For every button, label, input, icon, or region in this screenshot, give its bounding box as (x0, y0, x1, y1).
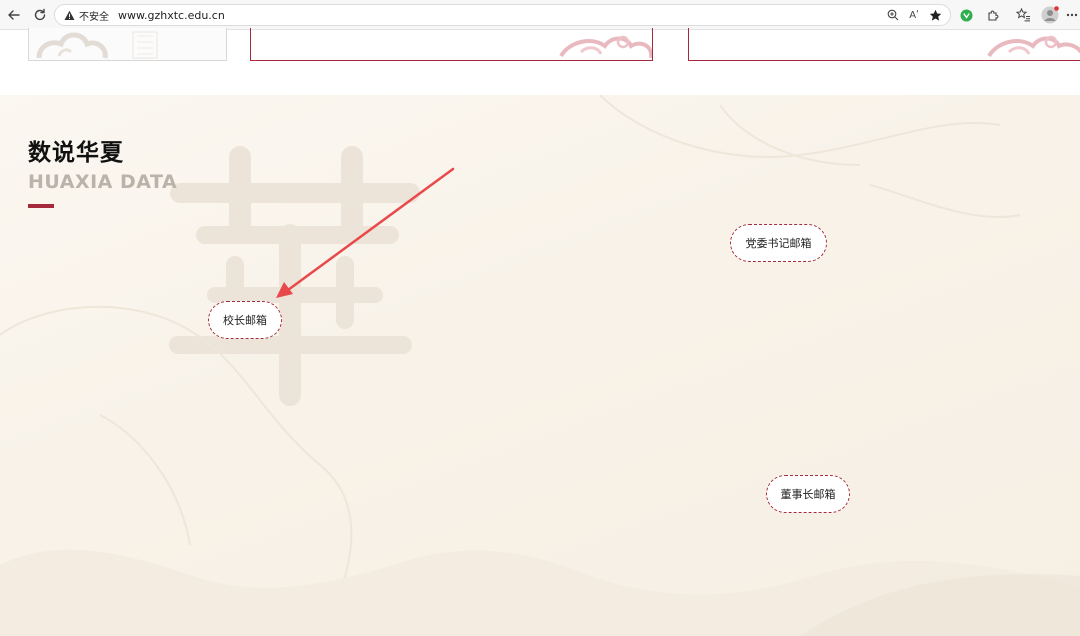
more-icon[interactable] (1062, 5, 1080, 25)
favorite-star-icon[interactable] (926, 6, 944, 24)
card-strip (0, 28, 1080, 95)
extension-icon[interactable] (956, 5, 976, 25)
favorites-list-icon[interactable] (1013, 5, 1033, 25)
news-card[interactable] (688, 28, 1080, 61)
browser-toolbar: 不安全 www.gzhxtc.edu.cn Aʹ (0, 0, 1080, 30)
address-bar[interactable]: 不安全 www.gzhxtc.edu.cn Aʹ (54, 4, 951, 26)
warning-icon[interactable] (63, 9, 75, 21)
read-aloud-icon[interactable]: Aʹ (905, 6, 923, 24)
reload-icon[interactable] (30, 5, 50, 25)
cloud-pattern-icon (36, 31, 158, 59)
news-card[interactable] (250, 28, 653, 61)
security-status-label[interactable]: 不安全 (79, 8, 109, 23)
puzzle-icon[interactable] (983, 5, 1003, 25)
annotation-arrow (276, 167, 455, 298)
url-text[interactable]: www.gzhxtc.edu.cn (118, 9, 225, 22)
news-card-image[interactable] (28, 28, 227, 61)
profile-avatar-icon[interactable] (1040, 5, 1060, 25)
cloud-pattern-icon (987, 35, 1080, 58)
back-icon[interactable] (4, 5, 24, 25)
zoom-icon[interactable] (884, 6, 902, 24)
huaxia-data-section: 数说华夏 HUAXIA DATA 校长邮箱 党委书记邮箱 董事长邮箱 (0, 95, 1080, 636)
cloud-pattern-icon (559, 35, 652, 59)
